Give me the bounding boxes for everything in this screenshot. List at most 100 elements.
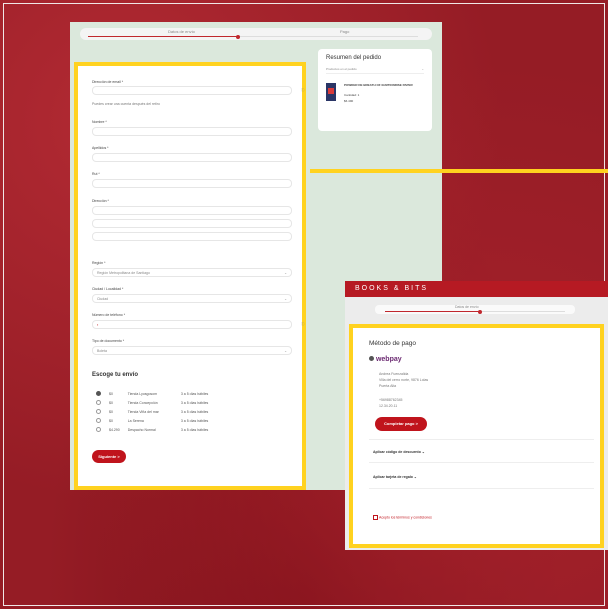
shipping-option-row[interactable]: $0 Tienda Lyosgosom 3 a 5 días hábiles — [92, 390, 212, 399]
city-select[interactable]: Ciudad ⌄ — [92, 294, 292, 303]
progress-track — [88, 34, 418, 39]
brand-banner: BOOKS & BITS — [345, 281, 608, 297]
shipping-option-row[interactable]: $0 Tienda Viña del mar 3 a 5 días hábiles — [92, 408, 212, 417]
payment-progress: Datos de envío — [375, 305, 575, 314]
help-icon[interactable]: ⓘ — [301, 322, 305, 327]
first-name-field[interactable] — [92, 127, 292, 136]
detail-line: 12.34.20.11 — [379, 404, 398, 408]
shipping-time: 3 a 5 días hábiles — [180, 401, 209, 406]
shipping-radio[interactable] — [96, 400, 101, 406]
shipping-name: Despacho Normal — [127, 427, 156, 432]
last-name-label: Apellidos * — [92, 146, 109, 150]
first-name-label: Nombre * — [92, 120, 107, 124]
chevron-down-icon: ⌄ — [421, 67, 424, 71]
shipping-option-row[interactable]: $0 La Serena 3 a 5 días hábiles — [92, 416, 212, 425]
shipping-option-row[interactable]: $0 Tienda Concepción 3 a 5 días hábiles — [92, 399, 212, 408]
terms-checkbox[interactable]: Acepto los términos y condiciones — [373, 515, 432, 520]
rut-label: Rut * — [92, 172, 100, 176]
phone-field[interactable]: ▪ — [92, 320, 292, 329]
shipping-options-table: $0 Tienda Lyosgosom 3 a 5 días hábiles $0 Ti… — [92, 390, 212, 434]
shipping-name: Tienda Lyosgosom — [127, 392, 158, 397]
product-thumbnail — [326, 83, 336, 101]
progress-step-shipping: Datos de envío — [168, 29, 195, 34]
webpay-option[interactable]: webpay — [369, 356, 402, 363]
document-value: Boleta — [97, 349, 107, 353]
highlight-connector — [310, 169, 608, 173]
checkbox-icon[interactable] — [373, 515, 378, 520]
shipping-radio[interactable] — [96, 417, 101, 423]
checkout-progress: Datos de envío Pago — [80, 28, 432, 40]
detail-line: Villa del cerro norte, 9876 Lolas — [379, 378, 429, 382]
progress-marker — [236, 34, 240, 39]
progress-track — [385, 309, 565, 314]
chevron-down-icon: ⌄ — [284, 297, 287, 301]
webpay-radio[interactable] — [369, 356, 374, 361]
detail-line: +56988762345 — [379, 398, 403, 402]
shipping-price: $0 — [109, 418, 113, 423]
shipping-time: 3 a 5 días hábiles — [180, 409, 209, 414]
flag-icon[interactable]: ▪ — [97, 323, 98, 327]
payment-screenshot: BOOKS & BITS Datos de envío Método de pa… — [345, 281, 608, 550]
summary-title: Resumen del pedido — [326, 55, 382, 61]
address-label: Dirección * — [92, 199, 109, 203]
shipping-name: La Serena — [127, 418, 144, 423]
city-value: Ciudad — [97, 297, 109, 301]
product-meta: Cantidad: 1 — [344, 93, 360, 97]
summary-toggle-label: Productos en el pedido — [326, 67, 357, 71]
divider — [369, 439, 594, 440]
help-icon[interactable]: ⓘ — [301, 88, 305, 93]
shipping-price: $4.290 — [109, 427, 120, 432]
product-name: POWDER DE BREATH OF IGNITIONRISE PAPER — [344, 83, 413, 87]
progress-fill — [88, 36, 238, 37]
last-name-field[interactable] — [92, 153, 292, 162]
order-summary: Resumen del pedido Productos en el pedid… — [318, 49, 432, 131]
payment-title: Método de pago — [369, 340, 416, 347]
address-field[interactable] — [92, 206, 292, 215]
shipping-price: $0 — [109, 392, 113, 397]
brand-logo[interactable]: BOOKS & BITS — [355, 285, 428, 292]
region-select[interactable]: Región Metropolitana de Santiago ⌄ — [92, 268, 292, 277]
shipping-title: Escoge tu envío — [92, 372, 139, 378]
shipping-radio[interactable] — [96, 408, 101, 414]
complete-payment-button[interactable]: Completar pago > — [375, 417, 427, 431]
rut-field[interactable] — [92, 179, 292, 188]
progress-step-payment: Pago — [340, 29, 350, 34]
payment-panel: Método de pago webpay Andrea Fuenzalida … — [349, 324, 604, 548]
document-label: Tipo de documento * — [92, 339, 125, 343]
shipping-option-row[interactable]: $4.290 Despacho Normal 3 a 5 días hábiles — [92, 425, 212, 434]
progress-marker — [478, 309, 482, 314]
shipping-name: Tienda Viña del mar — [127, 409, 159, 414]
summary-toggle[interactable]: Productos en el pedido ⌄ — [326, 67, 424, 74]
progress-fill — [385, 311, 480, 312]
region-label: Región * — [92, 261, 106, 265]
discount-code-toggle[interactable]: Aplicar código de descuento ⌄ — [373, 450, 425, 454]
region-value: Región Metropolitana de Santiago — [97, 271, 150, 275]
gift-card-toggle[interactable]: Aplicar tarjeta de regalo ⌄ — [373, 475, 417, 479]
document-select[interactable]: Boleta ⌄ — [92, 346, 292, 355]
next-button[interactable]: Siguiente > — [92, 450, 126, 463]
terms-label: Acepto los términos y condiciones — [379, 515, 432, 520]
shipping-radio[interactable] — [96, 391, 101, 397]
email-field[interactable] — [92, 86, 292, 95]
shipping-name: Tienda Concepción — [127, 401, 158, 406]
webpay-logo: webpay — [375, 356, 402, 363]
shipping-price: $0 — [109, 401, 113, 406]
shipping-price: $0 — [109, 409, 113, 414]
city-label: Ciudad / Localidad * — [92, 287, 124, 291]
address-line2-field[interactable] — [92, 219, 292, 228]
phone-label: Número de teléfono * — [92, 313, 126, 317]
account-hint: Puedes crear una cuenta después del reti… — [92, 102, 160, 106]
product-price: $6.490 — [344, 99, 354, 103]
address-line3-field[interactable] — [92, 232, 292, 241]
divider — [369, 488, 594, 489]
chevron-down-icon: ⌄ — [284, 271, 287, 275]
shipping-form: Dirección de email * ⓘ Puedes crear una … — [74, 62, 306, 490]
chevron-down-icon: ⌄ — [284, 349, 287, 353]
shipping-time: 3 a 5 días hábiles — [180, 427, 209, 432]
shipping-time: 3 a 5 días hábiles — [180, 418, 209, 423]
shipping-radio[interactable] — [96, 426, 101, 432]
detail-line: Puerta Alta — [379, 384, 397, 388]
shipping-time: 3 a 5 días hábiles — [180, 392, 209, 397]
progress-step-shipping: Datos de envío — [455, 305, 479, 309]
divider — [369, 462, 594, 463]
